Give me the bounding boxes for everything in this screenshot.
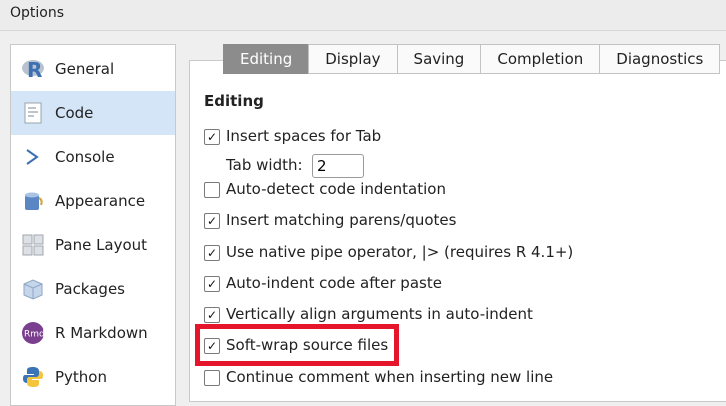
checkbox[interactable]: ✓ [204,276,220,292]
pane-layout-icon [22,234,44,256]
package-box-icon [23,279,43,300]
checkbox[interactable] [204,370,220,386]
highlight-box [195,324,399,366]
code-document-icon [24,102,42,124]
console-prompt-icon [26,149,39,165]
option-label: Insert spaces for Tab [226,127,382,145]
python-logo-icon [23,367,43,387]
rmd-icon: Rmd [22,322,45,344]
sidebar-item-general[interactable]: R General [11,47,175,91]
sidebar-item-label: Appearance [55,192,146,210]
sidebar-item-console[interactable]: Console [11,135,175,179]
tab-editing[interactable]: Editing [223,44,310,74]
svg-text:Rmd: Rmd [24,330,45,340]
options-sidebar: R General Code Console Appearance Pane L… [10,44,176,406]
checkbox[interactable] [204,182,220,198]
sidebar-item-label: Pane Layout [55,236,148,254]
sidebar-item-r-markdown[interactable]: Rmd R Markdown [11,311,175,355]
tab-bar: Editing Display Saving Completion Diagno… [223,44,721,74]
sidebar-item-label: Console [55,148,115,166]
sidebar-item-label: Code [55,104,94,122]
sidebar-item-code[interactable]: Code [11,91,175,135]
svg-text:R: R [27,58,42,81]
section-title: Editing [204,92,264,110]
sidebar-item-label: General [55,60,115,78]
tab-saving[interactable]: Saving [396,44,482,74]
sidebar-item-packages[interactable]: Packages [11,267,175,311]
checkbox[interactable]: ✓ [204,307,220,323]
tab-display[interactable]: Display [308,44,398,74]
r-logo-icon: R [22,58,44,81]
sidebar-item-label: R Markdown [55,324,148,342]
tab-width-label: Tab width: [226,156,303,174]
checkbox[interactable]: ✓ [204,245,220,261]
checkbox[interactable]: ✓ [204,213,220,229]
sidebar-item-pane-layout[interactable]: Pane Layout [11,223,175,267]
option-label: Auto-detect code indentation [226,180,446,198]
option-label: Use native pipe operator, |> (requires R… [226,243,574,261]
title-bar: Options [0,0,726,31]
tab-width-input[interactable] [312,154,364,178]
paint-bucket-icon [25,192,43,210]
sidebar-item-appearance[interactable]: Appearance [11,179,175,223]
sidebar-item-label: Packages [55,280,125,298]
tab-diagnostics[interactable]: Diagnostics [599,44,721,74]
checkbox[interactable]: ✓ [204,129,220,145]
window-title: Options [10,5,65,21]
tab-completion[interactable]: Completion [480,44,601,74]
option-label: Auto-indent code after paste [226,274,442,292]
option-label: Vertically align arguments in auto-inden… [226,305,533,323]
option-label: Insert matching parens/quotes [226,211,457,229]
sidebar-item-python[interactable]: Python [11,355,175,399]
sidebar-item-label: Python [55,368,107,386]
option-label: Continue comment when inserting new line [226,368,554,386]
